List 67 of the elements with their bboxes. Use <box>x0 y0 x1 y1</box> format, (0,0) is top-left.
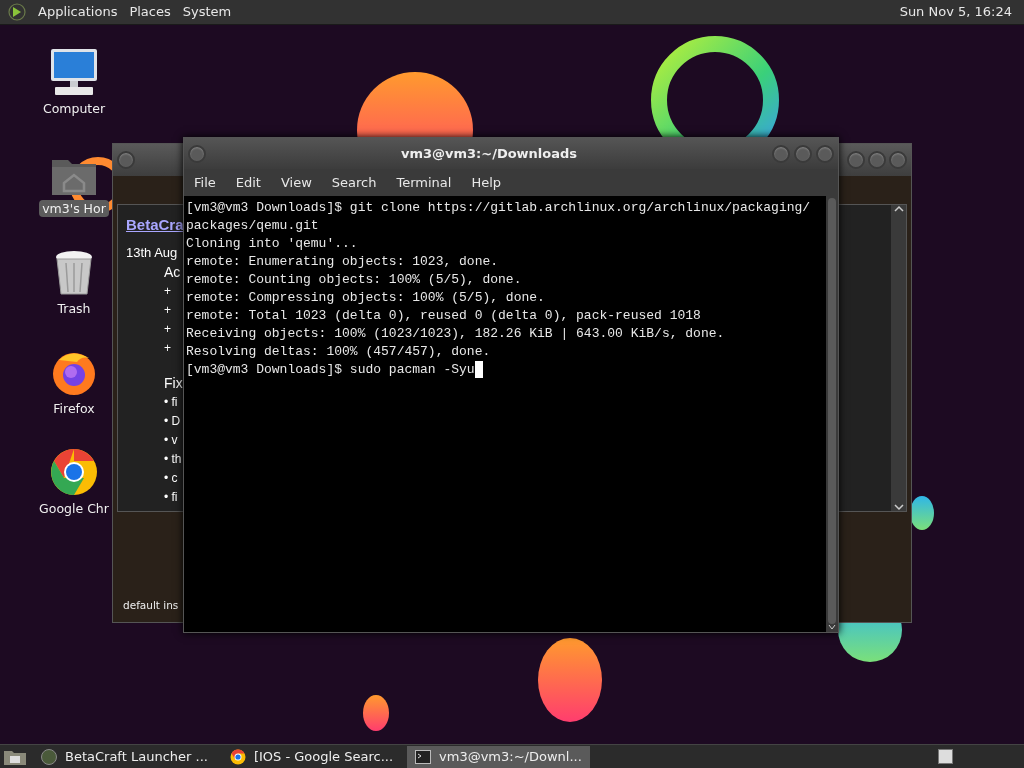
desktop-icon-label[interactable]: Computer <box>39 100 109 117</box>
scroll-down-icon[interactable] <box>893 503 904 511</box>
terminal-icon <box>415 749 432 764</box>
terminal-line: Receiving objects: 100% (1023/1023), 182.26 KiB | 643.00 KiB/s, done. <box>186 325 725 343</box>
scroll-up-icon[interactable] <box>893 205 904 213</box>
news-item: • D <box>164 413 181 430</box>
news-item: + <box>164 340 171 357</box>
news-date: 13th Aug <box>126 244 178 262</box>
desktop-icon-label[interactable]: Trash <box>54 300 94 317</box>
panel-menu[interactable]: Applications <box>38 2 118 22</box>
news-item: • c <box>164 470 178 487</box>
terminal-line: [vm3@vm3 Downloads]$ sudo pacman -Syu <box>186 361 475 379</box>
clock[interactable]: Sun Nov 5, 16:24 <box>899 2 1016 22</box>
window-control-button[interactable] <box>188 144 206 163</box>
terminal-line: remote: Enumerating objects: 1023, done. <box>186 253 499 271</box>
browser-icon <box>229 748 246 765</box>
window-control-button[interactable] <box>889 151 907 169</box>
cursor <box>474 361 483 378</box>
news-item: + <box>164 321 171 338</box>
workspace-icon[interactable] <box>938 749 953 764</box>
news-link[interactable]: BetaCra <box>126 215 184 235</box>
taskbar-button[interactable]: vm3@vm3:~/Downl... <box>407 745 590 768</box>
desktop-icon-label[interactable]: vm3's Hor <box>39 200 109 217</box>
computer-icon <box>49 48 99 96</box>
window-control-button[interactable] <box>117 151 135 169</box>
trash-icon <box>54 250 94 296</box>
panel-menu[interactable]: System <box>182 2 232 22</box>
window-control-button[interactable] <box>868 151 886 169</box>
taskbar-button[interactable]: BetaCraft Launcher ... <box>33 745 216 768</box>
app-icon <box>41 748 57 765</box>
news-item: • v <box>164 432 178 449</box>
terminal-line: packages/qemu.git <box>186 217 319 235</box>
news-heading: Ac <box>164 263 181 282</box>
logo-icon[interactable] <box>8 3 26 21</box>
news-item: • th <box>164 451 182 468</box>
window-control-button[interactable] <box>816 144 834 163</box>
scrollbar[interactable] <box>891 205 906 511</box>
desktop-icon-label[interactable]: Firefox <box>50 400 98 417</box>
window-control-button[interactable] <box>847 151 865 169</box>
menu-item[interactable]: View <box>280 172 312 193</box>
taskbar-button[interactable]: [IOS - Google Searc... <box>221 745 402 768</box>
window-title: vm3@vm3:~/Downloads <box>399 144 579 163</box>
news-item: + <box>164 302 171 319</box>
menu-item[interactable]: Edit <box>235 172 261 193</box>
news-item: • fi <box>164 489 178 506</box>
desktop-icon-label[interactable]: Google Chr <box>36 500 112 517</box>
terminal-line: [vm3@vm3 Downloads]$ git clone https://gitlab.archlinux.org/archlinux/packaging/ <box>186 199 811 217</box>
menu-item[interactable]: Help <box>471 172 502 193</box>
terminal-line: Resolving deltas: 100% (457/457), done. <box>186 343 491 361</box>
menu-item[interactable]: Search <box>331 172 377 193</box>
terminal-line: remote: Total 1023 (delta 0), reused 0 (delta 0), pack-reused 1018 <box>186 307 701 325</box>
terminal-line: Cloning into 'qemu'... <box>186 235 358 253</box>
panel-menu[interactable]: Places <box>129 2 171 22</box>
scroll-down-icon[interactable] <box>828 624 836 630</box>
status-text: default ins <box>123 598 179 614</box>
terminal-line: remote: Compressing objects: 100% (5/5), done. <box>186 289 545 307</box>
terminal-line: remote: Counting objects: 100% (5/5), done. <box>186 271 522 289</box>
window-control-button[interactable] <box>772 144 790 163</box>
news-item: + <box>164 283 171 300</box>
browser-icon <box>50 448 98 496</box>
menu-item[interactable]: File <box>194 172 216 193</box>
news-item: • fi <box>164 394 178 411</box>
menu-item[interactable]: Terminal <box>396 172 452 193</box>
window-control-button[interactable] <box>794 144 812 163</box>
news-heading: Fix <box>164 374 183 393</box>
browser-icon <box>51 350 97 396</box>
scrollbar[interactable] <box>826 196 838 632</box>
